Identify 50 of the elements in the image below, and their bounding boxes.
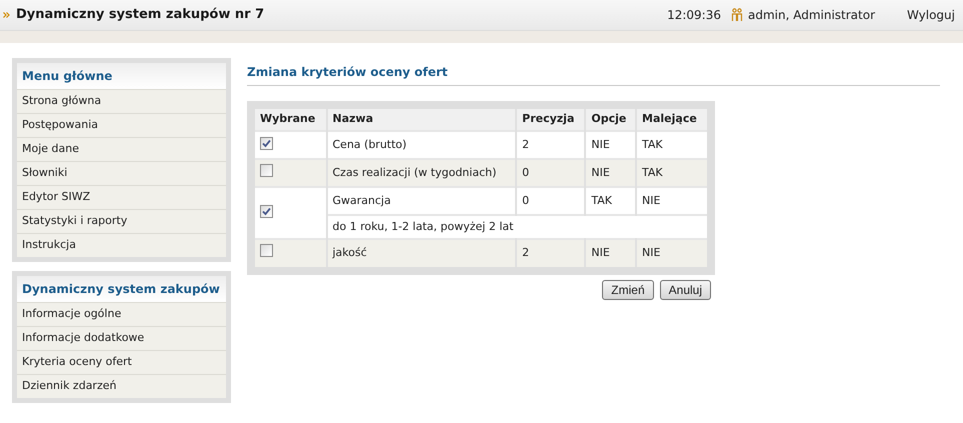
column-header: Wybrane — [255, 109, 326, 131]
table-cell: TAK — [636, 131, 707, 159]
checkmark-icon — [262, 138, 271, 148]
table-cell: do 1 roku, 1-2 lata, powyżej 2 lat — [326, 215, 707, 239]
table-cell: NIE — [636, 187, 707, 215]
table-cell: 0 — [516, 187, 586, 215]
app-title: Dynamiczny system zakupów nr 7 — [16, 6, 264, 24]
menu-item[interactable]: Słowniki — [17, 161, 226, 185]
table-cell: 2 — [516, 131, 586, 159]
menu-item[interactable]: Dziennik zdarzeń — [17, 374, 226, 398]
menu-item[interactable]: Statystyki i raporty — [17, 209, 226, 233]
menu-title: Menu główne — [17, 63, 226, 89]
table-cell: 0 — [516, 159, 586, 187]
clock-time: 12:09:36 — [667, 7, 721, 24]
column-header: Nazwa — [326, 109, 516, 131]
table-cell: Gwarancja — [326, 187, 516, 215]
table-cell: jakość — [326, 239, 516, 267]
checkbox[interactable] — [260, 244, 273, 258]
menu-item[interactable]: Instrukcja — [17, 233, 226, 257]
checkbox[interactable] — [260, 136, 273, 150]
table-cell: 2 — [516, 239, 586, 267]
form-button[interactable]: Anuluj — [660, 280, 711, 300]
table-cell: NIE — [585, 239, 636, 267]
user-name: admin, Administrator — [748, 7, 875, 24]
form-button[interactable]: Zmień — [602, 280, 654, 300]
table-cell: TAK — [636, 159, 707, 187]
page-heading: Zmiana kryteriów oceny ofert — [247, 63, 940, 86]
checkbox[interactable] — [260, 204, 273, 218]
column-header: Opcje — [585, 109, 636, 131]
menu-item[interactable]: Moje dane — [17, 137, 226, 161]
double-chevron-icon — [3, 12, 10, 18]
table-cell: Czas realizacji (w tygodniach) — [326, 159, 516, 187]
logout-link[interactable]: Wyloguj — [907, 6, 955, 24]
table-cell: NIE — [585, 131, 636, 159]
menu-title: Dynamiczny system zakupów — [17, 276, 226, 302]
column-header: Malejące — [636, 109, 707, 131]
column-header: Precyzja — [516, 109, 586, 131]
table-cell: TAK — [585, 187, 636, 215]
menu-item[interactable]: Strona główna — [17, 89, 226, 113]
table-cell: Cena (brutto) — [326, 131, 516, 159]
menu-item[interactable]: Postępowania — [17, 113, 226, 137]
checkbox[interactable] — [260, 164, 273, 177]
table-cell: NIE — [636, 239, 707, 267]
menu-item[interactable]: Informacje ogólne — [17, 302, 226, 326]
users-icon — [730, 8, 743, 22]
checkmark-icon — [262, 206, 271, 216]
menu-item[interactable]: Edytor SIWZ — [17, 185, 226, 209]
menu-item[interactable]: Informacje dodatkowe — [17, 326, 226, 350]
menu-item[interactable]: Kryteria oceny ofert — [17, 350, 226, 374]
table-cell: NIE — [585, 159, 636, 187]
